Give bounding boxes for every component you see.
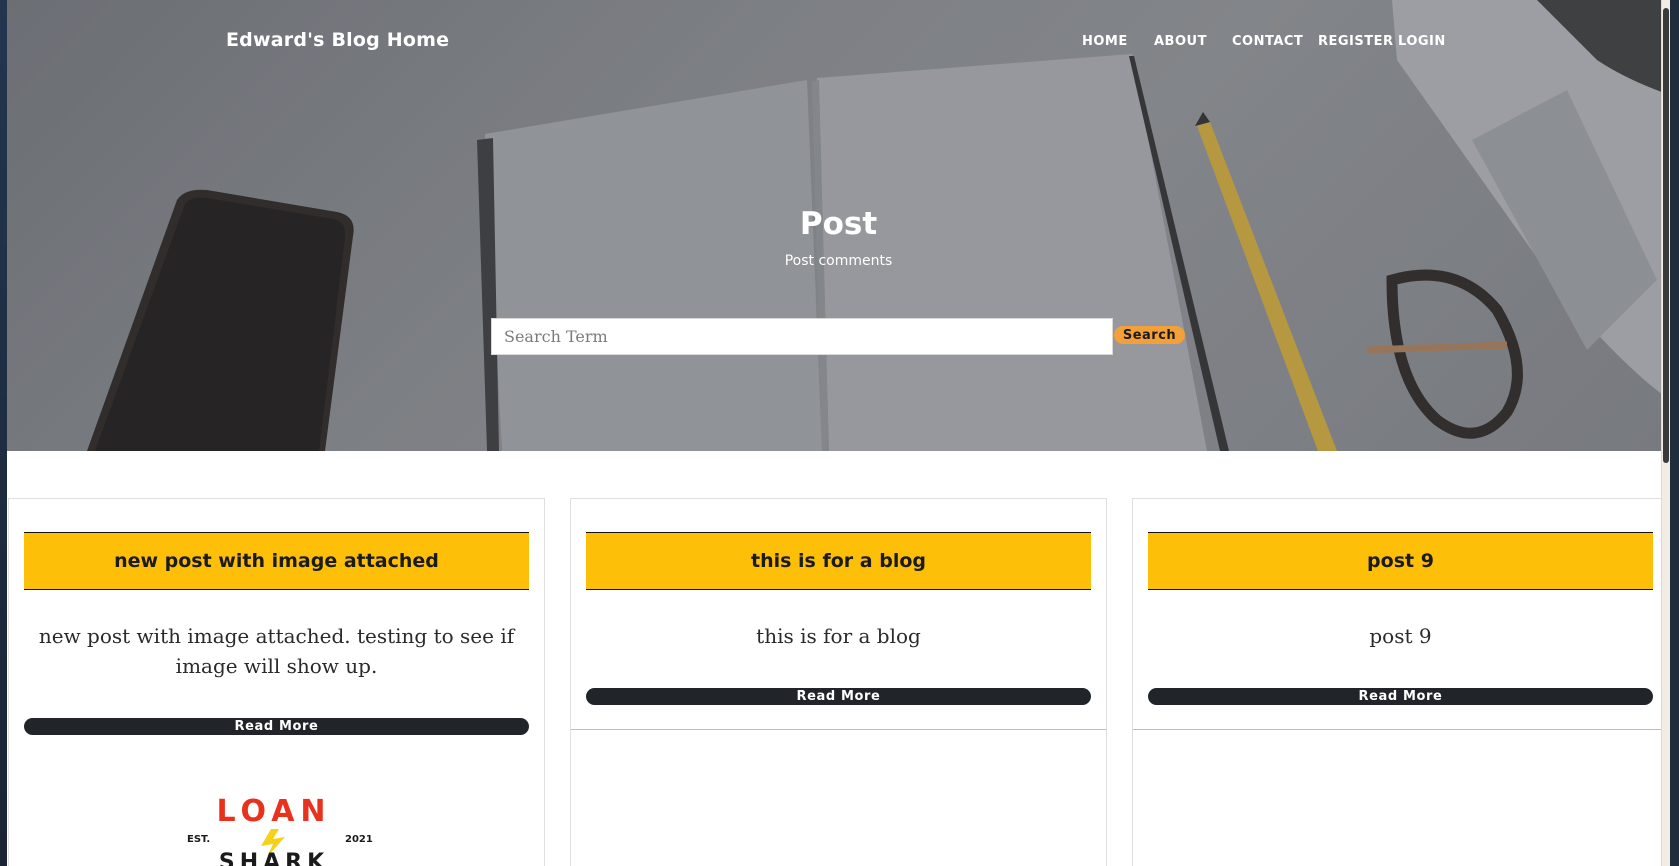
post-card-3: post 9 post 9 Read More <box>1132 498 1669 866</box>
page: Edward's Blog Home HOME ABOUT CONTACT RE… <box>7 0 1670 866</box>
post-image-placeholder <box>1133 729 1668 866</box>
search-input[interactable] <box>491 318 1113 355</box>
page-subtitle: Post comments <box>784 253 893 269</box>
logo-bottom-text: SHARK <box>219 850 329 866</box>
post-body: post 9 <box>1369 624 1432 648</box>
nav-home[interactable]: HOME <box>1082 34 1128 49</box>
window-left-edge <box>0 0 7 866</box>
post-title: this is for a blog <box>586 532 1091 590</box>
logo-est-right: 2021 <box>345 834 373 845</box>
logo-est-left: EST. <box>187 834 210 845</box>
post-card-1: new post with image attached new post wi… <box>8 498 545 866</box>
hero-header: Edward's Blog Home HOME ABOUT CONTACT RE… <box>7 0 1670 451</box>
read-more-button[interactable]: Read More <box>24 718 529 735</box>
read-more-button[interactable]: Read More <box>1148 688 1653 705</box>
page-title: Post <box>799 206 878 242</box>
main-nav: HOME ABOUT CONTACT REGISTER LOGIN <box>7 34 1670 54</box>
nav-about[interactable]: ABOUT <box>1154 34 1207 49</box>
search-button[interactable]: Search <box>1114 326 1185 344</box>
scrollbar-thumb[interactable] <box>1663 8 1669 463</box>
nav-contact[interactable]: CONTACT <box>1232 34 1303 49</box>
post-card-2: this is for a blog this is for a blog Re… <box>570 498 1107 866</box>
read-more-button[interactable]: Read More <box>586 688 1091 705</box>
nav-register[interactable]: REGISTER <box>1318 34 1394 49</box>
logo-brand-text: LOAN <box>216 794 331 829</box>
nav-login[interactable]: LOGIN <box>1398 34 1446 49</box>
post-title: new post with image attached <box>24 532 529 590</box>
post-image-placeholder <box>571 729 1106 866</box>
scrollbar-track[interactable] <box>1661 0 1670 866</box>
post-body: new post with image attached. testing to… <box>38 624 515 678</box>
post-body: this is for a blog <box>756 624 921 648</box>
post-title: post 9 <box>1148 532 1653 590</box>
loan-shark-logo-image: LOAN EST. 2021 SHARK <box>187 794 373 866</box>
